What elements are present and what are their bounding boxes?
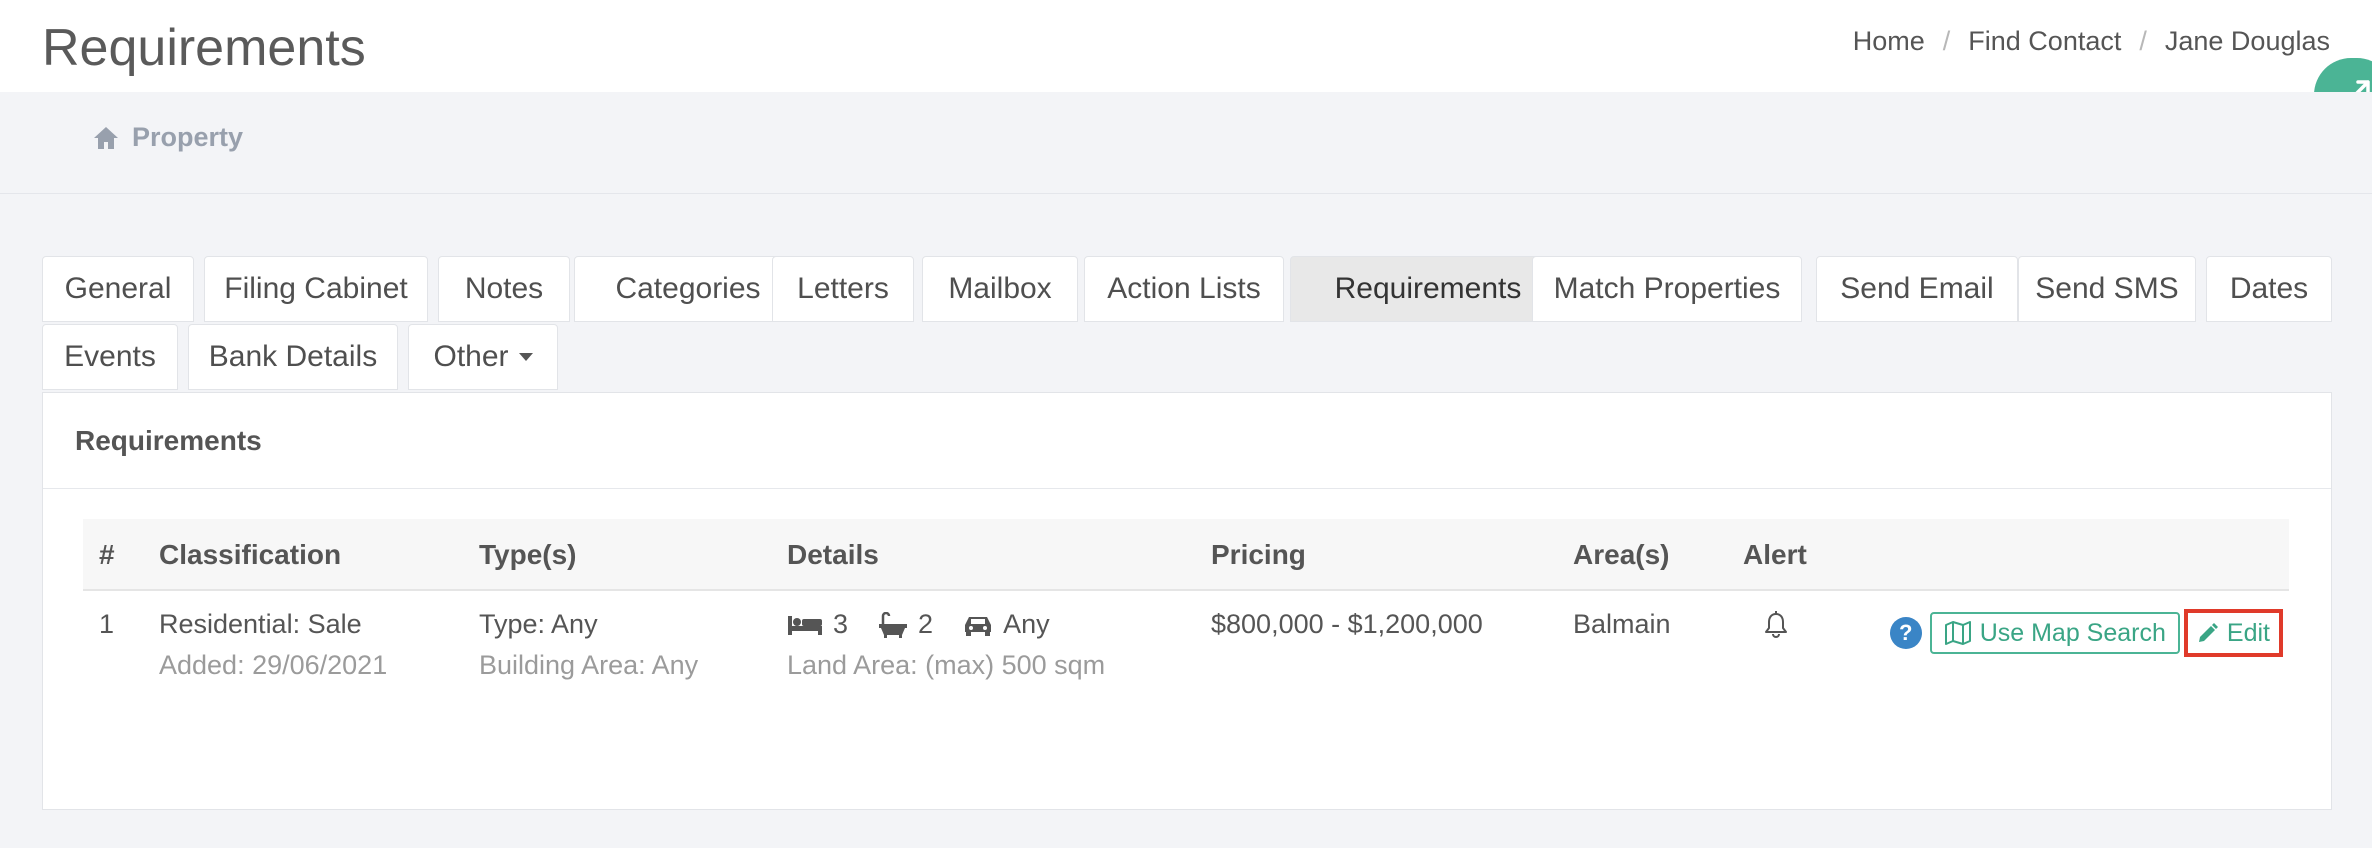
- type-value: Type: Any: [479, 609, 598, 639]
- classification-cell: Residential: Sale Added: 29/06/2021: [159, 609, 387, 681]
- tab-general[interactable]: General: [42, 256, 194, 322]
- details-features: 3 2 Any: [787, 609, 1105, 640]
- use-map-search-button[interactable]: Use Map Search: [1929, 612, 2180, 654]
- beds-group: 3: [787, 609, 848, 640]
- help-icon[interactable]: ?: [1889, 617, 1922, 649]
- classification-value: Residential: Sale: [159, 609, 362, 639]
- edit-button[interactable]: Edit: [2190, 616, 2276, 650]
- pencil-icon: [2198, 623, 2218, 642]
- tab-notes[interactable]: Notes: [438, 256, 570, 322]
- column-header-types: Type(s): [479, 539, 577, 570]
- column-header-areas: Area(s): [1573, 539, 1670, 570]
- tab-dates[interactable]: Dates: [2206, 256, 2332, 322]
- sub-nav: Property: [0, 92, 2372, 194]
- column-header-classification: Classification: [159, 539, 342, 570]
- tab-mailbox[interactable]: Mailbox: [922, 256, 1078, 322]
- tab-other[interactable]: Other: [408, 324, 558, 390]
- tab-categories[interactable]: Categories: [574, 256, 802, 322]
- areas-value: Balmain: [1573, 609, 1671, 639]
- details-cell: 3 2 Any Land Area: (max) 500 sqm: [787, 609, 1105, 681]
- row-actions: ? Use Map Search Edit: [1889, 609, 2283, 657]
- bed-icon: [788, 615, 822, 635]
- column-header-alert: Alert: [1743, 539, 1807, 570]
- tab-other-label: Other: [433, 340, 509, 373]
- breadcrumb-home[interactable]: Home: [1853, 26, 1925, 57]
- car-icon: [965, 616, 992, 636]
- tab-match-properties[interactable]: Match Properties: [1532, 256, 1802, 322]
- requirements-panel: Requirements # Classification Type(s) De…: [42, 392, 2332, 810]
- tab-send-email[interactable]: Send Email: [1816, 256, 2018, 322]
- subnav-item-property[interactable]: Property: [92, 122, 243, 153]
- tab-bank-details[interactable]: Bank Details: [188, 324, 398, 390]
- tab-send-sms[interactable]: Send SMS: [2018, 256, 2196, 322]
- edit-highlight: Edit: [2183, 609, 2283, 657]
- tab-letters[interactable]: Letters: [772, 256, 914, 322]
- page-title: Requirements: [42, 19, 366, 77]
- baths-count: 2: [918, 609, 934, 639]
- use-map-search-label: Use Map Search: [1979, 618, 2166, 647]
- column-header-number: #: [99, 539, 115, 570]
- tab-events[interactable]: Events: [42, 324, 178, 390]
- pricing-value: $800,000 - $1,200,000: [1211, 609, 1483, 639]
- edit-label: Edit: [2226, 618, 2270, 647]
- cars-group: Any: [963, 609, 1050, 640]
- row-number: 1: [99, 609, 115, 639]
- top-bar: Requirements Home / Find Contact / Jane …: [0, 0, 2372, 92]
- tab-filing-cabinet[interactable]: Filing Cabinet: [204, 256, 428, 322]
- types-cell: Type: Any Building Area: Any: [479, 609, 698, 681]
- map-icon: [1944, 621, 1971, 645]
- table-row: 1 Residential: Sale Added: 29/06/2021 Ty…: [83, 591, 2289, 731]
- column-header-pricing: Pricing: [1211, 539, 1306, 570]
- home-icon: [94, 126, 118, 149]
- breadcrumb-separator: /: [2139, 26, 2147, 56]
- building-area: Building Area: Any: [479, 650, 699, 680]
- tab-action-lists[interactable]: Action Lists: [1084, 256, 1284, 322]
- tab-requirements[interactable]: Requirements: [1290, 256, 1566, 322]
- column-header-details: Details: [787, 539, 879, 570]
- caret-down-icon: [518, 353, 533, 361]
- beds-count: 3: [833, 609, 849, 639]
- land-area: Land Area: (max) 500 sqm: [787, 650, 1106, 680]
- breadcrumb-separator: /: [1942, 26, 1951, 56]
- breadcrumb-find-contact[interactable]: Find Contact: [1968, 26, 2121, 57]
- bell-icon[interactable]: [1763, 611, 1789, 639]
- breadcrumb-current: Jane Douglas: [2164, 26, 2330, 56]
- breadcrumb: Home / Find Contact / Jane Douglas: [1853, 26, 2330, 57]
- bath-icon: [879, 611, 908, 638]
- table-header: # Classification Type(s) Details Pricing…: [83, 519, 2289, 591]
- alert-cell: [1763, 611, 1789, 646]
- requirements-table: # Classification Type(s) Details Pricing…: [83, 519, 2289, 731]
- baths-group: 2: [878, 609, 933, 640]
- cars-count: Any: [1003, 609, 1050, 639]
- subnav-item-label: Property: [132, 122, 244, 152]
- panel-title: Requirements: [43, 393, 2331, 489]
- added-date: Added: 29/06/2021: [159, 650, 388, 680]
